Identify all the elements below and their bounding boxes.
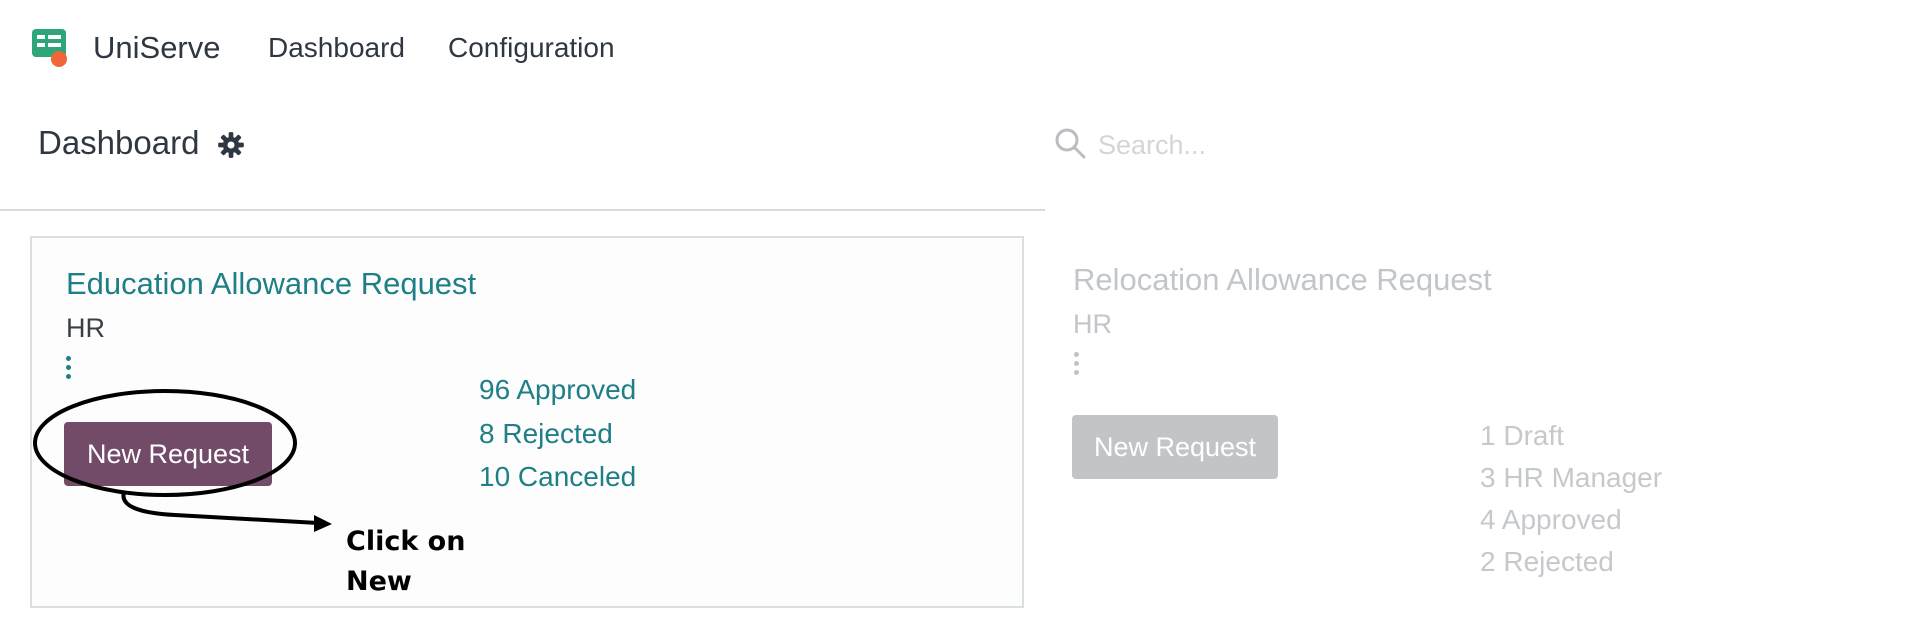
new-request-button-relocation[interactable]: New Request bbox=[1072, 415, 1278, 479]
card-subtitle: HR bbox=[1073, 309, 1112, 339]
kebab-menu-icon[interactable] bbox=[1072, 352, 1082, 382]
annotation-line: Click on bbox=[346, 526, 466, 557]
nav-item-configuration[interactable]: Configuration bbox=[448, 32, 615, 64]
card-title-relocation[interactable]: Relocation Allowance Request bbox=[1073, 262, 1492, 298]
card-title[interactable]: Education Allowance Request bbox=[66, 266, 476, 302]
search-input[interactable] bbox=[1096, 124, 1880, 166]
kebab-menu-icon[interactable] bbox=[64, 356, 74, 386]
stat-link-draft[interactable]: 1 Draft bbox=[1480, 420, 1564, 452]
stat-link-hr-manager[interactable]: 3 HR Manager bbox=[1480, 462, 1662, 494]
stat-link-rejected[interactable]: 2 Rejected bbox=[1480, 546, 1614, 578]
uniserve-logo-icon[interactable] bbox=[30, 26, 70, 70]
page-title[interactable]: Dashboard bbox=[38, 124, 199, 162]
gear-icon[interactable] bbox=[217, 131, 245, 159]
new-request-button[interactable]: New Request bbox=[64, 422, 272, 486]
stat-link-canceled[interactable]: 10 Canceled bbox=[479, 461, 636, 493]
annotation-label: Click on New bbox=[346, 522, 465, 602]
app-name[interactable]: UniServe bbox=[93, 30, 221, 66]
search-icon[interactable] bbox=[1053, 126, 1087, 160]
stat-link-approved[interactable]: 96 Approved bbox=[479, 374, 636, 406]
top-navbar: UniServe Dashboard Configuration bbox=[0, 0, 1045, 96]
stat-link-rejected[interactable]: 8 Rejected bbox=[479, 418, 613, 450]
card-education-allowance: Education Allowance Request HR New Reque… bbox=[30, 236, 1024, 608]
stat-link-approved[interactable]: 4 Approved bbox=[1480, 504, 1622, 536]
nav-item-dashboard[interactable]: Dashboard bbox=[268, 32, 405, 64]
annotation-line: New bbox=[346, 566, 412, 597]
card-subtitle: HR bbox=[66, 313, 105, 343]
control-panel: Dashboard bbox=[0, 96, 1045, 211]
